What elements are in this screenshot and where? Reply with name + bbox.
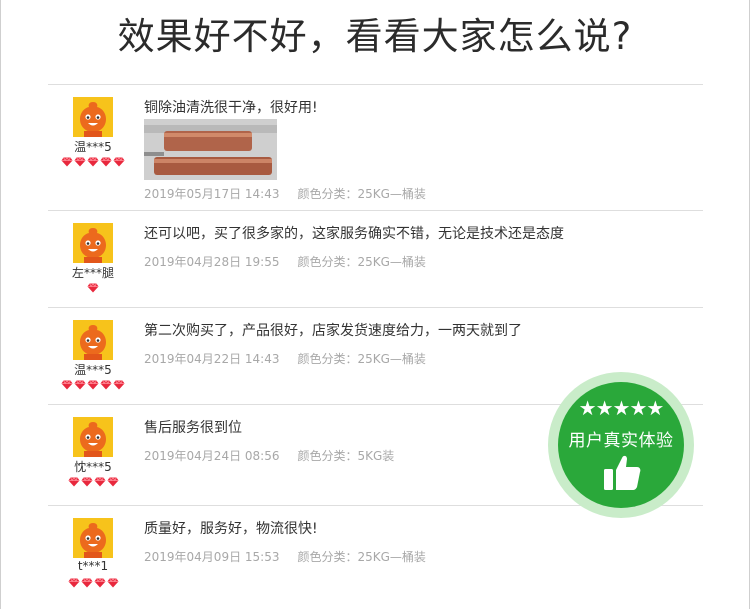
heart-gem-icon [81, 477, 92, 487]
heart-gem-icon [113, 157, 125, 167]
review-comment: 铜除油清洗很干净，很好用! [144, 100, 318, 116]
review-spec: 颜色分类：25KG—桶装 [297, 352, 426, 366]
buyer-level-gems [56, 578, 130, 588]
review-item: 左***腿 还可以吧，买了很多家的，这家服务确实不错，无论是技术还是态度 201… [48, 210, 703, 307]
heart-gem-icon [74, 380, 86, 390]
review-spec: 颜色分类：25KG—桶装 [297, 550, 426, 564]
heart-gem-icon [81, 578, 92, 588]
heart-gem-icon [61, 157, 73, 167]
authentic-experience-badge: ★★★★★ 用户真实体验 [548, 372, 694, 518]
heart-gem-icon [113, 380, 125, 390]
review-list: 温***5 铜除油清洗很干净，很好用! 2019年05月17日 14:43 颜色分… [48, 84, 703, 609]
review-item: t***1 质量好，服务好，物流很快! 2019年04月09日 15:53 颜色分… [48, 505, 703, 609]
review-spec: 颜色分类：25KG—桶装 [297, 255, 426, 269]
review-spec: 颜色分类：5KG装 [297, 449, 395, 463]
review-spec: 颜色分类：25KG—桶装 [297, 187, 426, 201]
review-comment: 售后服务很到位 [144, 420, 242, 436]
badge-stars: ★★★★★ [578, 396, 665, 420]
heart-gem-icon [94, 477, 105, 487]
heart-gem-icon [100, 157, 112, 167]
avatar [73, 417, 113, 457]
review-meta: 2019年04月28日 19:55 颜色分类：25KG—桶装 [144, 253, 426, 270]
buyer-level-gems [56, 157, 130, 167]
badge-circle: ★★★★★ 用户真实体验 [558, 382, 684, 508]
avatar [73, 223, 113, 263]
review-comment: 质量好，服务好，物流很快! [144, 521, 318, 537]
badge-text: 用户真实体验 [568, 431, 674, 451]
buyer-level-gems [56, 380, 130, 390]
heart-gem-icon [87, 157, 99, 167]
review-photo[interactable] [144, 119, 277, 180]
review-meta: 2019年04月22日 14:43 颜色分类：25KG—桶装 [144, 350, 426, 367]
buyer-level-gems [56, 283, 130, 293]
review-username: t***1 [77, 559, 109, 573]
review-date: 2019年04月09日 15:53 [144, 550, 280, 564]
review-meta: 2019年05月17日 14:43 颜色分类：25KG—桶装 [144, 185, 426, 202]
review-comment: 第二次购买了，产品很好，店家发货速度给力，一两天就到了 [144, 323, 522, 339]
heart-gem-icon [68, 578, 79, 588]
page-title: 效果好不好，看看大家怎么说? [117, 15, 633, 58]
review-date: 2019年04月22日 14:43 [144, 352, 280, 366]
thumbs-up-icon [604, 455, 641, 490]
heart-gem-icon [94, 578, 105, 588]
avatar [73, 97, 113, 137]
heart-gem-icon [74, 157, 86, 167]
heart-gem-icon [87, 380, 99, 390]
review-date: 2019年04月28日 19:55 [144, 255, 280, 269]
heart-gem-icon [100, 380, 112, 390]
review-username: 温***5 [74, 363, 112, 377]
review-date: 2019年04月24日 08:56 [144, 449, 280, 463]
review-username: 忱***5 [74, 460, 112, 474]
review-comment: 还可以吧，买了很多家的，这家服务确实不错，无论是技术还是态度 [144, 226, 564, 242]
review-meta: 2019年04月09日 15:53 颜色分类：25KG—桶装 [144, 548, 426, 565]
review-item: 温***5 铜除油清洗很干净，很好用! 2019年05月17日 14:43 颜色分… [48, 84, 703, 210]
heart-gem-icon [68, 477, 79, 487]
avatar [73, 320, 113, 360]
buyer-level-gems [56, 477, 130, 487]
review-date: 2019年05月17日 14:43 [144, 187, 280, 201]
review-username: 温***5 [74, 140, 112, 154]
heart-gem-icon [87, 283, 99, 293]
review-meta: 2019年04月24日 08:56 颜色分类：5KG装 [144, 447, 394, 464]
heart-gem-icon [107, 477, 118, 487]
avatar [73, 518, 113, 558]
review-username: 左***腿 [71, 266, 114, 280]
heart-gem-icon [61, 380, 73, 390]
heart-gem-icon [107, 578, 118, 588]
